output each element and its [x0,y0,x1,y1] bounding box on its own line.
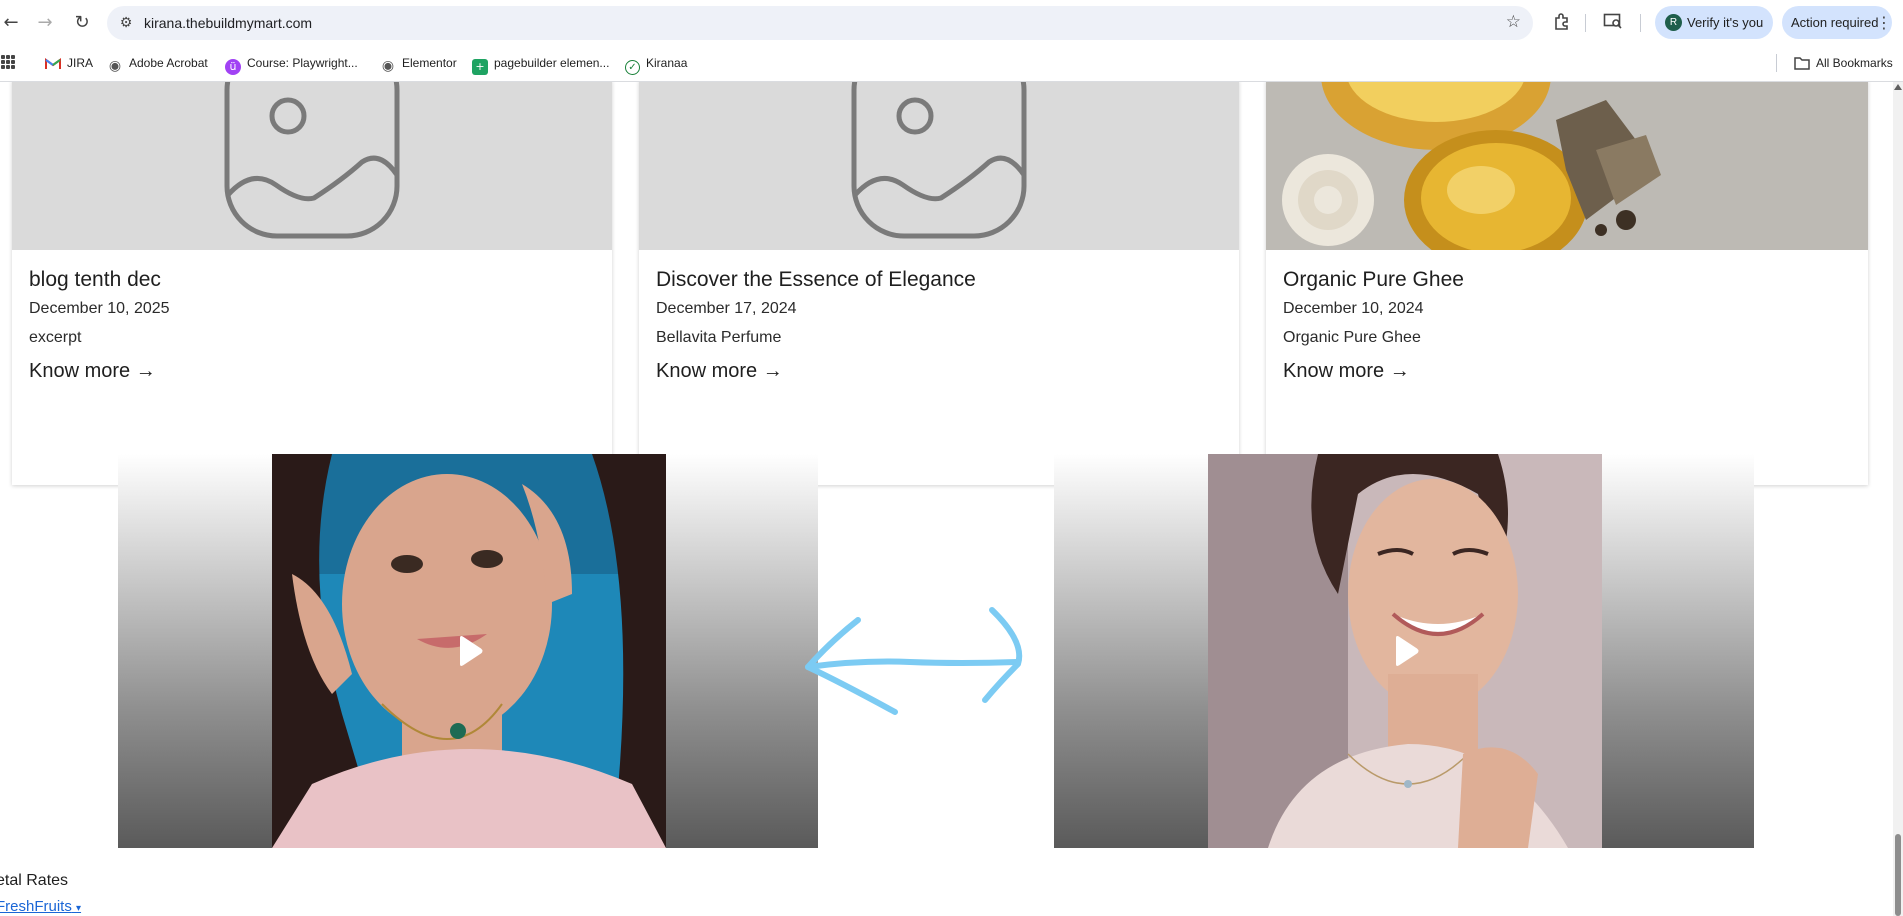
all-bookmarks[interactable]: All Bookmarks [1794,45,1893,81]
bookmark-star-icon[interactable]: ☆ [1506,12,1521,32]
sheets-icon: + [472,59,488,75]
video-player[interactable] [118,454,818,848]
url-text[interactable]: kirana.thebuildmymart.com [144,15,312,31]
forward-icon[interactable]: → [34,12,56,34]
apps-grid-icon[interactable] [1,55,15,69]
menu-kebab-icon[interactable]: ⋮ [1876,12,1892,34]
blog-card: Organic Pure Ghee December 10, 2024 Orga… [1266,82,1868,485]
blog-date: December 10, 2024 [1283,300,1424,317]
blog-date: December 10, 2025 [29,300,170,317]
course-icon: ü [225,59,241,75]
scroll-up-icon[interactable] [1894,84,1902,90]
bookmarks-bar: JIRA ◉ Adobe Acrobat ü Course: Playwright.… [0,45,1903,82]
browser-toolbar: ← → ↻ ⚙ kirana.thebuildmymart.com ☆ R Ve… [0,0,1903,45]
bookmark-elementor[interactable]: ◉ Elementor [380,45,457,81]
play-icon[interactable] [446,629,490,673]
blog-card: blog tenth dec December 10, 2025 excerpt… [12,82,612,485]
gmail-icon [45,58,61,74]
address-bar[interactable]: ⚙ kirana.thebuildmymart.com ☆ [107,6,1533,40]
blog-excerpt: Organic Pure Ghee [1283,329,1421,346]
bookmarks-divider [1776,54,1777,72]
image-placeholder-icon [851,82,1027,239]
verify-profile-button[interactable]: R Verify it's you [1655,6,1773,39]
blog-title[interactable]: Organic Pure Ghee [1283,268,1464,292]
category-dropdown[interactable]: FreshFruits ▾ [0,898,81,915]
bookmark-course-playwright[interactable]: ü Course: Playwright... [225,45,358,81]
toolbar-divider [1640,14,1641,32]
know-more-link[interactable]: Know more → [656,360,783,383]
blog-excerpt: excerpt [29,329,82,346]
know-more-link[interactable]: Know more → [29,360,156,383]
blog-card: Discover the Essence of Elegance Decembe… [639,82,1239,485]
globe-icon: ◉ [381,58,395,74]
toolbar-divider [1585,14,1586,32]
globe-icon: ◉ [108,58,122,74]
placeholder-image [12,82,612,250]
blog-excerpt: Bellavita Perfume [656,329,782,346]
page-scrollbar[interactable] [1893,82,1903,916]
metal-rates-label: etal Rates [0,872,69,889]
blog-title[interactable]: blog tenth dec [29,268,161,292]
blog-title[interactable]: Discover the Essence of Elegance [656,268,976,292]
double-arrow-icon [805,607,1023,715]
play-icon[interactable] [1382,629,1426,673]
image-placeholder-icon [224,82,400,239]
scroll-thumb[interactable] [1895,834,1901,916]
reload-icon[interactable]: ↻ [71,12,93,34]
know-more-link[interactable]: Know more → [1283,360,1410,383]
back-icon[interactable]: ← [0,12,22,34]
category-dropdown-label: FreshFruits [0,898,72,915]
video-player[interactable] [1054,454,1754,848]
bookmark-pagebuilder[interactable]: + pagebuilder elemen... [472,45,609,81]
check-icon: ✓ [625,60,640,75]
blog-date: December 17, 2024 [656,300,797,317]
bookmark-jira[interactable]: JIRA [45,45,93,81]
profile-avatar: R [1665,14,1682,31]
chevron-down-icon: ▾ [76,903,82,914]
placeholder-image [639,82,1239,250]
bookmark-kiranaa[interactable]: ✓ Kiranaa [625,45,687,81]
tab-search-icon[interactable] [1602,12,1624,34]
ghee-photo [1266,82,1868,250]
page-viewport: blog tenth dec December 10, 2025 excerpt… [0,82,1903,916]
folder-icon [1794,56,1810,72]
extensions-icon[interactable] [1551,12,1573,34]
bookmark-adobe-acrobat[interactable]: ◉ Adobe Acrobat [107,45,208,81]
verify-label: Verify it's you [1687,15,1764,30]
site-info-icon[interactable]: ⚙ [117,14,135,32]
action-label: Action required [1791,15,1879,30]
